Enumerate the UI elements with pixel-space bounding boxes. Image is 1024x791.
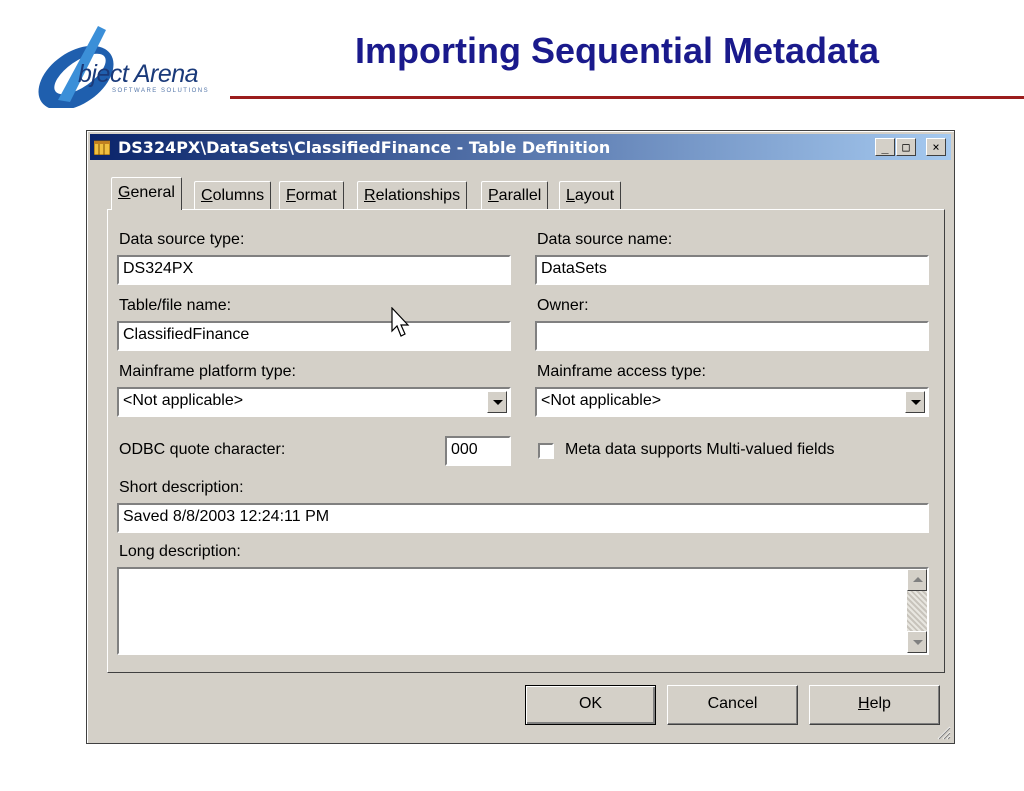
chevron-down-icon[interactable] <box>905 391 925 413</box>
long-description-field[interactable] <box>117 567 929 655</box>
multi-valued-checkbox[interactable] <box>538 443 554 459</box>
minimize-button[interactable]: _ <box>875 138 895 156</box>
tab-relationships[interactable]: Relationships <box>357 181 468 209</box>
scroll-down-icon[interactable] <box>907 631 927 653</box>
tab-columns[interactable]: Columns <box>194 181 272 209</box>
mainframe-platform-type-value: <Not applicable> <box>123 392 244 409</box>
resize-grip-icon[interactable] <box>935 724 951 740</box>
mainframe-access-type-select[interactable]: <Not applicable> <box>535 387 929 417</box>
ok-button[interactable]: OK <box>525 685 656 725</box>
short-description-field[interactable]: Saved 8/8/2003 12:24:11 PM <box>117 503 929 533</box>
table-file-name-label: Table/file name: <box>119 297 232 314</box>
mouse-cursor-icon <box>391 307 410 337</box>
title-underline <box>230 96 1024 99</box>
owner-field[interactable] <box>535 321 929 351</box>
owner-label: Owner: <box>537 297 589 314</box>
slide-title: Importing Sequential Metadata <box>355 30 880 71</box>
help-button[interactable]: Help <box>809 685 940 725</box>
short-description-label: Short description: <box>119 479 244 496</box>
cancel-button[interactable]: Cancel <box>667 685 798 725</box>
mainframe-access-type-value: <Not applicable> <box>541 392 662 409</box>
minimize-icon: _ <box>881 140 889 154</box>
odbc-quote-character-field[interactable]: 000 <box>445 436 511 466</box>
close-button[interactable]: × <box>926 138 946 156</box>
long-description-label: Long description: <box>119 543 241 560</box>
data-source-type-label: Data source type: <box>119 231 245 248</box>
maximize-button[interactable]: □ <box>896 138 916 156</box>
mainframe-access-type-label: Mainframe access type: <box>537 363 706 380</box>
table-file-name-field[interactable]: ClassifiedFinance <box>117 321 511 351</box>
maximize-icon: □ <box>902 140 910 154</box>
data-source-name-field[interactable]: DataSets <box>535 255 929 285</box>
chevron-down-icon[interactable] <box>487 391 507 413</box>
multi-valued-label: Meta data supports Multi-valued fields <box>565 441 835 458</box>
tab-general[interactable]: General <box>111 177 182 210</box>
close-icon: × <box>932 140 940 154</box>
dialog-titlebar[interactable]: DS324PX\DataSets\ClassifiedFinance - Tab… <box>90 134 951 160</box>
tab-layout[interactable]: Layout <box>559 181 622 209</box>
table-definition-dialog: DS324PX\DataSets\ClassifiedFinance - Tab… <box>86 130 955 744</box>
data-source-type-field[interactable]: DS324PX <box>117 255 511 285</box>
mainframe-platform-type-select[interactable]: <Not applicable> <box>117 387 511 417</box>
dialog-title: DS324PX\DataSets\ClassifiedFinance - Tab… <box>118 138 611 157</box>
logo-text: bject Arena <box>78 60 199 88</box>
table-definition-icon <box>94 140 110 155</box>
scroll-up-icon[interactable] <box>907 569 927 591</box>
odbc-quote-character-label: ODBC quote character: <box>119 441 286 458</box>
tab-parallel[interactable]: Parallel <box>481 181 549 209</box>
logo-subtext: SOFTWARE SOLUTIONS <box>112 88 210 94</box>
data-source-name-label: Data source name: <box>537 231 673 248</box>
tab-format[interactable]: Format <box>279 181 344 209</box>
mainframe-platform-type-label: Mainframe platform type: <box>119 363 296 380</box>
